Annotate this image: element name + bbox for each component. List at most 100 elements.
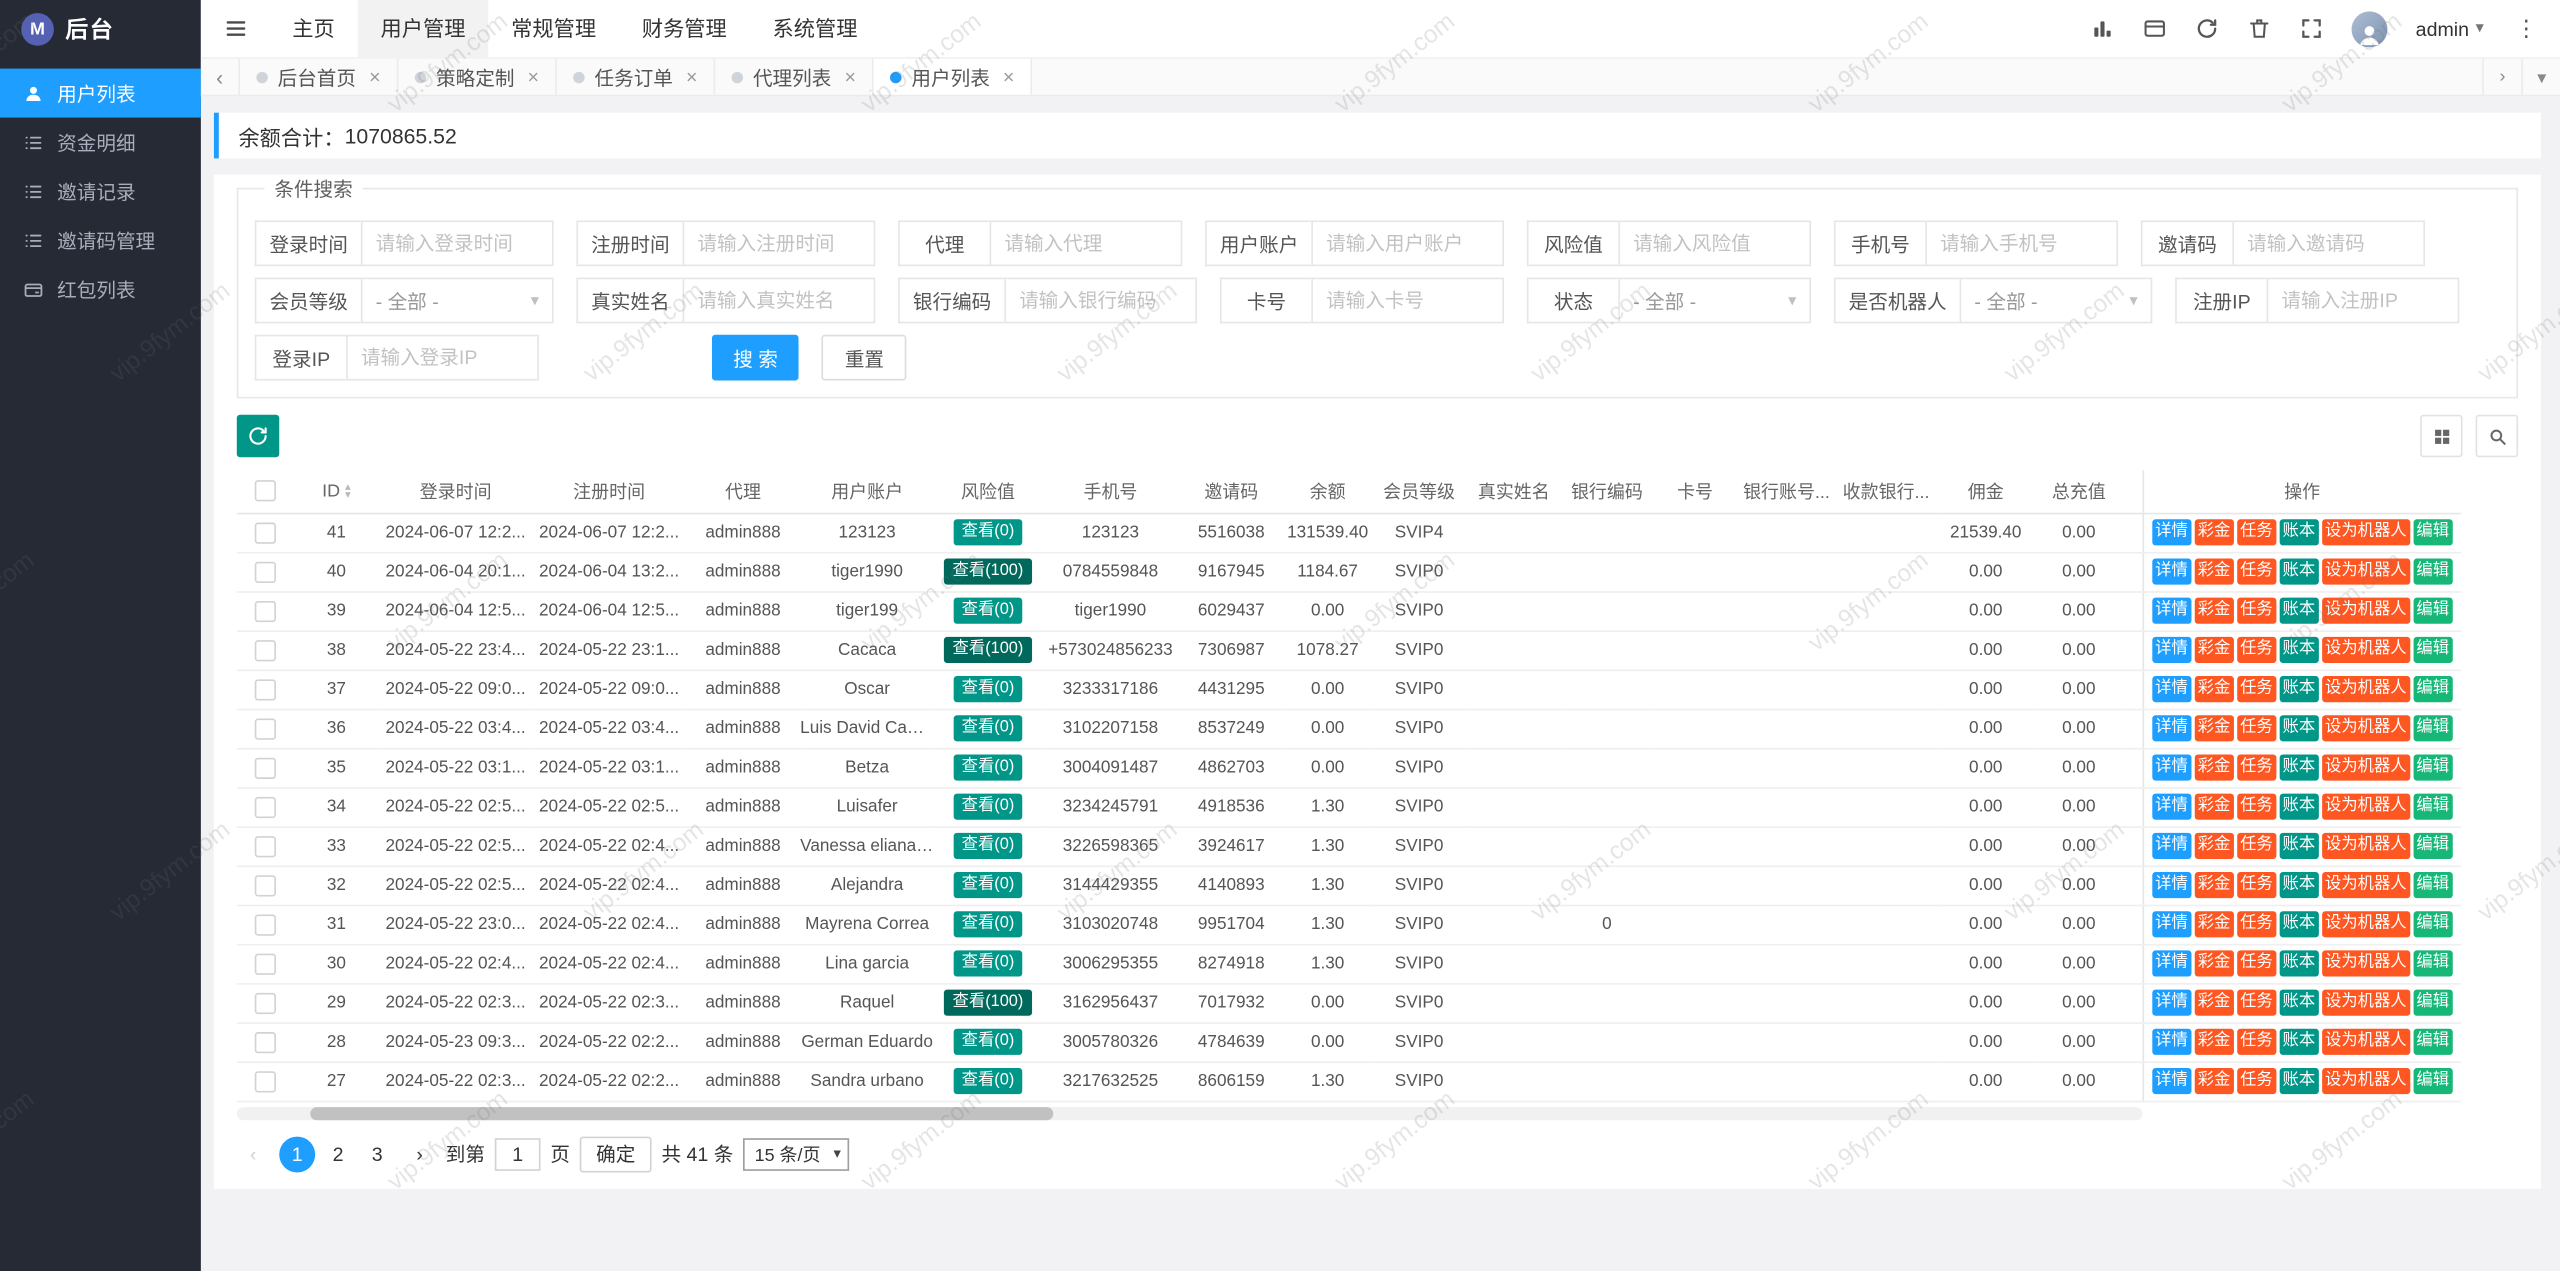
tab-scroll-right-button[interactable]: › bbox=[2482, 58, 2521, 95]
action-button[interactable]: 设为机器人 bbox=[2321, 1028, 2410, 1055]
trash-icon[interactable] bbox=[2247, 16, 2271, 40]
action-button[interactable]: 彩金 bbox=[2194, 832, 2234, 859]
action-button[interactable]: 彩金 bbox=[2194, 911, 2234, 938]
sort-icon[interactable]: ▴ ▾ bbox=[345, 481, 351, 501]
tab-close-icon[interactable]: × bbox=[528, 65, 539, 88]
action-button[interactable]: 任务 bbox=[2236, 754, 2276, 781]
page-number[interactable]: 1 bbox=[279, 1135, 316, 1172]
tab[interactable]: 后台首页 × bbox=[240, 58, 399, 95]
action-button[interactable]: 账本 bbox=[2279, 519, 2319, 546]
action-button[interactable]: 任务 bbox=[2236, 558, 2276, 585]
search-field-input[interactable] bbox=[360, 220, 554, 267]
action-button[interactable]: 设为机器人 bbox=[2321, 832, 2410, 859]
action-button[interactable]: 详情 bbox=[2151, 950, 2192, 977]
search-field-select[interactable]: - 全部 - ▾ bbox=[360, 277, 554, 324]
action-button[interactable]: 账本 bbox=[2279, 911, 2319, 938]
row-checkbox[interactable] bbox=[254, 756, 276, 779]
action-button[interactable]: 账本 bbox=[2279, 597, 2319, 624]
action-button[interactable]: 彩金 bbox=[2194, 989, 2234, 1016]
action-button[interactable]: 任务 bbox=[2236, 715, 2276, 742]
action-button[interactable]: 彩金 bbox=[2194, 636, 2234, 663]
row-checkbox[interactable] bbox=[254, 678, 276, 700]
action-button[interactable]: 编辑 bbox=[2413, 558, 2453, 585]
action-button[interactable]: 编辑 bbox=[2413, 911, 2453, 938]
search-field-select[interactable]: - 全部 - ▾ bbox=[1618, 277, 1812, 324]
table-refresh-button[interactable] bbox=[236, 414, 280, 458]
bar-chart-icon[interactable] bbox=[2091, 16, 2115, 40]
topnav-item[interactable]: 财务管理 bbox=[619, 0, 750, 58]
tab-close-icon[interactable]: × bbox=[844, 65, 855, 88]
risk-view-badge[interactable]: 查看(100) bbox=[944, 558, 1032, 585]
action-button[interactable]: 设为机器人 bbox=[2321, 872, 2410, 899]
risk-view-badge[interactable]: 查看(0) bbox=[953, 872, 1023, 899]
search-field-input[interactable] bbox=[346, 334, 539, 381]
action-button[interactable]: 账本 bbox=[2279, 676, 2319, 703]
action-button[interactable]: 详情 bbox=[2151, 676, 2192, 703]
search-field-input[interactable] bbox=[1311, 277, 1505, 324]
fullscreen-icon[interactable] bbox=[2300, 16, 2324, 40]
tab-operations-button[interactable]: ▾ bbox=[2521, 58, 2560, 95]
avatar[interactable] bbox=[2351, 10, 2388, 47]
action-button[interactable]: 编辑 bbox=[2413, 950, 2453, 977]
row-checkbox[interactable] bbox=[254, 874, 276, 896]
refresh-icon[interactable] bbox=[2195, 16, 2219, 40]
action-button[interactable]: 彩金 bbox=[2194, 1067, 2234, 1095]
select-all-checkbox[interactable] bbox=[254, 480, 276, 502]
page-jump-input[interactable] bbox=[494, 1137, 541, 1171]
action-button[interactable]: 任务 bbox=[2236, 519, 2276, 546]
tab[interactable]: 策略定制 × bbox=[398, 58, 557, 95]
action-button[interactable]: 详情 bbox=[2151, 519, 2192, 546]
action-button[interactable]: 设为机器人 bbox=[2321, 950, 2410, 977]
action-button[interactable]: 任务 bbox=[2236, 636, 2276, 663]
row-checkbox[interactable] bbox=[254, 913, 276, 935]
action-button[interactable]: 账本 bbox=[2279, 1067, 2319, 1095]
filter-columns-button[interactable] bbox=[2420, 414, 2463, 458]
sidebar-item[interactable]: 用户列表 bbox=[0, 68, 201, 118]
action-button[interactable]: 彩金 bbox=[2194, 558, 2234, 585]
action-button[interactable]: 设为机器人 bbox=[2321, 676, 2410, 703]
action-button[interactable]: 详情 bbox=[2151, 1067, 2192, 1095]
action-button[interactable]: 彩金 bbox=[2194, 597, 2234, 624]
prev-page-button[interactable]: ‹ bbox=[237, 1136, 270, 1172]
action-button[interactable]: 设为机器人 bbox=[2321, 636, 2410, 663]
search-field-input[interactable] bbox=[1311, 220, 1505, 267]
sidebar-item[interactable]: 邀请记录 bbox=[0, 167, 201, 216]
action-button[interactable]: 编辑 bbox=[2413, 676, 2453, 703]
risk-view-badge[interactable]: 查看(0) bbox=[953, 754, 1023, 781]
action-button[interactable]: 账本 bbox=[2279, 636, 2319, 663]
row-checkbox[interactable] bbox=[254, 600, 276, 622]
action-button[interactable]: 任务 bbox=[2236, 911, 2276, 938]
page-size-select[interactable]: 15 条/页 ▾ bbox=[743, 1137, 850, 1171]
action-button[interactable]: 账本 bbox=[2279, 715, 2319, 742]
tab[interactable]: 用户列表 × bbox=[873, 58, 1033, 95]
action-button[interactable]: 设为机器人 bbox=[2321, 989, 2410, 1016]
page-number[interactable]: 3 bbox=[361, 1136, 394, 1172]
row-checkbox[interactable] bbox=[254, 521, 276, 543]
tab-close-icon[interactable]: × bbox=[369, 65, 380, 88]
action-button[interactable]: 编辑 bbox=[2413, 519, 2453, 546]
topnav-item[interactable]: 系统管理 bbox=[750, 0, 881, 58]
topnav-item[interactable]: 主页 bbox=[269, 0, 357, 58]
action-button[interactable]: 账本 bbox=[2279, 872, 2319, 899]
action-button[interactable]: 编辑 bbox=[2413, 1028, 2453, 1055]
action-button[interactable]: 编辑 bbox=[2413, 832, 2453, 859]
action-button[interactable]: 编辑 bbox=[2413, 793, 2453, 820]
panel-icon[interactable] bbox=[2143, 16, 2167, 40]
action-button[interactable]: 详情 bbox=[2151, 911, 2192, 938]
action-button[interactable]: 编辑 bbox=[2413, 715, 2453, 742]
action-button[interactable]: 编辑 bbox=[2413, 754, 2453, 781]
action-button[interactable]: 彩金 bbox=[2194, 793, 2234, 820]
table-search-button[interactable] bbox=[2475, 414, 2519, 458]
user-menu[interactable]: admin ▾ bbox=[2416, 17, 2484, 40]
action-button[interactable]: 账本 bbox=[2279, 1028, 2319, 1055]
action-button[interactable]: 详情 bbox=[2151, 989, 2192, 1016]
action-button[interactable]: 账本 bbox=[2279, 950, 2319, 977]
action-button[interactable]: 详情 bbox=[2151, 754, 2192, 781]
tab[interactable]: 代理列表 × bbox=[715, 58, 874, 95]
action-button[interactable]: 设为机器人 bbox=[2321, 597, 2410, 624]
search-field-input[interactable] bbox=[2232, 220, 2426, 267]
risk-view-badge[interactable]: 查看(0) bbox=[953, 832, 1023, 859]
action-button[interactable]: 详情 bbox=[2151, 715, 2192, 742]
search-field-input[interactable] bbox=[989, 220, 1183, 267]
risk-view-badge[interactable]: 查看(0) bbox=[953, 715, 1023, 742]
